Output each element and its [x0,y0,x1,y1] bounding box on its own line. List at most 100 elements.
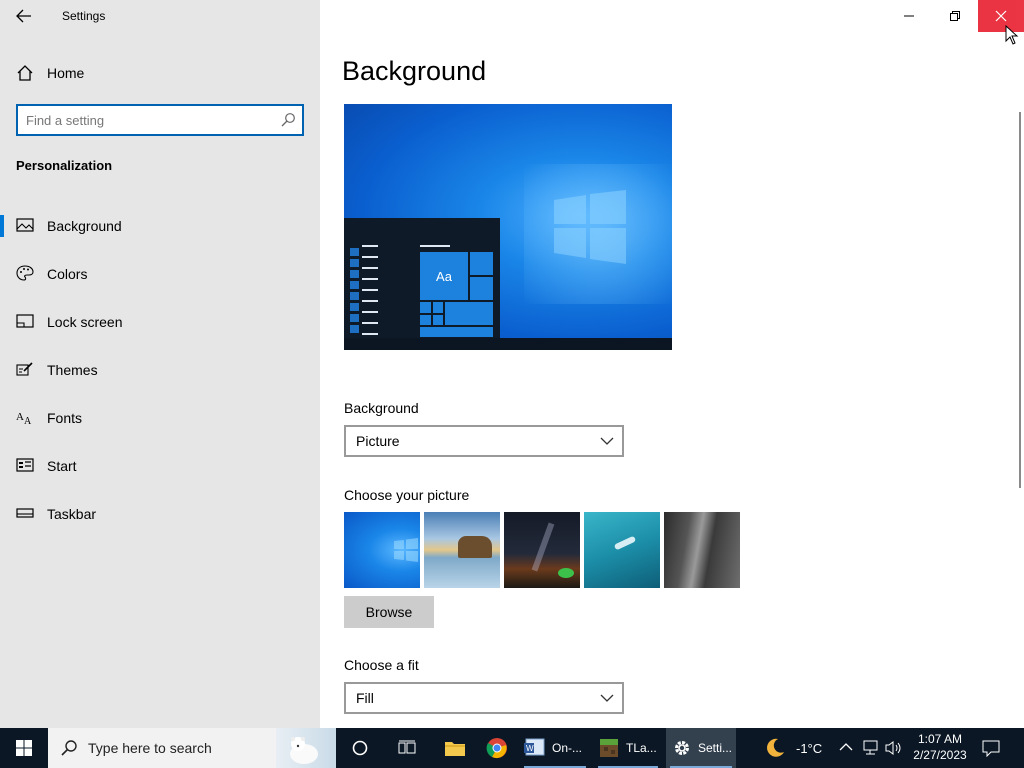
font-icon: AA [16,411,32,425]
taskbar-app-label: TLa... [626,741,657,755]
sidebar-item-colors[interactable]: Colors [0,253,320,293]
picture-thumbnail-beach[interactable] [424,512,500,588]
cortana-button[interactable] [344,728,376,768]
sidebar-item-label: Colors [47,266,88,282]
svg-text:A: A [16,411,24,423]
search-highlight-image [276,728,336,768]
preview-tile [444,301,494,326]
file-explorer-button[interactable] [436,728,474,768]
taskbar-app-onscreen[interactable]: W On-... [520,728,590,768]
picture-thumbnail-night-sky[interactable] [504,512,580,588]
sidebar-item-label: Fonts [47,410,83,426]
browse-button[interactable]: Browse [344,596,434,628]
sidebar-item-fonts[interactable]: AA Fonts [0,397,320,437]
restore-button[interactable] [932,0,978,32]
start-icon [16,458,34,472]
app-title: Settings [62,9,106,23]
sidebar-item-background[interactable]: Background [0,205,320,245]
minimize-icon [904,15,914,17]
word-icon: W [524,738,545,756]
sidebar-item-themes[interactable]: Themes [0,349,320,389]
polar-bear-icon [290,737,318,764]
network-icon[interactable] [862,740,880,756]
lock-screen-icon [16,314,34,328]
settings-search-input[interactable] [26,110,276,130]
sidebar: Settings Home Personalization Background… [0,0,320,728]
volume-icon[interactable] [884,740,904,756]
brush-icon [16,362,33,376]
clock-time: 1:07 AM [917,732,963,746]
weather-temperature[interactable]: -1°C [796,741,822,756]
back-button[interactable] [10,4,38,28]
clock-date: 2/27/2023 [913,748,967,762]
taskbar-app-label: On-... [552,741,583,755]
milky-way [531,522,555,572]
taskbar-clock[interactable]: 1:07 AM 2/27/2023 [906,731,974,763]
start-button[interactable] [0,728,48,768]
chevron-down-icon [600,437,614,445]
search-icon[interactable] [280,112,296,128]
task-view-icon [398,740,416,754]
chevron-up-icon[interactable] [839,741,853,753]
preview-tile [469,276,494,301]
taskbar-search-text: Type here to search [88,740,212,756]
background-type-label: Background [344,400,419,416]
fit-dropdown[interactable]: Fill [344,682,624,714]
preview-start-menu: Aa [344,218,500,350]
taskbar-search-box[interactable]: Type here to search [48,728,336,768]
cortana-circle-icon [352,740,368,756]
sidebar-item-start[interactable]: Start [0,445,320,485]
close-icon [995,10,1007,22]
sidebar-item-label: Background [47,218,122,234]
scrollbar[interactable] [1019,112,1021,488]
background-type-value: Picture [356,433,400,449]
home-link[interactable]: Home [0,58,320,88]
home-label: Home [47,65,85,81]
rock-formation [458,536,492,558]
minecraft-icon [600,739,618,757]
back-arrow-icon [16,9,31,23]
chrome-button[interactable] [478,728,516,768]
fit-label: Choose a fit [344,657,419,673]
chrome-icon [486,738,507,759]
sidebar-item-label: Themes [47,362,98,378]
sidebar-item-taskbar[interactable]: Taskbar [0,493,320,533]
minimize-button[interactable] [886,0,932,32]
windows-logo-icon [554,190,626,264]
windows-logo-icon [394,538,418,562]
preview-app-icons [350,248,360,336]
taskbar-app-tlauncher[interactable]: TLa... [594,728,662,768]
notification-icon[interactable] [982,739,1000,757]
task-view-button[interactable] [390,728,424,768]
picture-thumbnail-waterfall[interactable] [664,512,740,588]
picture-thumbnail-underwater[interactable] [584,512,660,588]
picture-icon [16,218,34,232]
folder-icon [445,742,465,756]
windows-start-icon [16,740,32,756]
mouse-cursor-icon [1005,25,1019,45]
fit-value: Fill [356,690,374,706]
chevron-down-icon [600,694,614,702]
preview-tile [419,301,432,314]
picture-thumbnail-windows[interactable] [344,512,420,588]
choose-picture-label: Choose your picture [344,487,470,503]
preview-taskbar [344,338,672,350]
svg-text:A: A [24,416,32,425]
sidebar-item-label: Start [47,458,77,474]
background-type-dropdown[interactable]: Picture [344,425,624,457]
preview-tile [419,326,494,338]
sidebar-item-label: Lock screen [47,314,123,330]
preview-tile [419,314,432,326]
preview-tile [432,301,444,314]
taskbar-app-settings[interactable]: Setti... [666,728,736,768]
background-preview: Aa [344,104,672,350]
taskbar-app-label: Setti... [698,741,733,755]
page-title: Background [342,56,487,86]
settings-search-box[interactable] [16,104,304,136]
taskbar: Type here to search W On-... TLa... Sett… [0,728,1024,768]
svg-text:W: W [526,744,534,753]
sidebar-item-label: Taskbar [47,506,97,522]
sidebar-item-lock-screen[interactable]: Lock screen [0,301,320,341]
preview-tile-aa: Aa [419,251,469,301]
swimmer [613,535,637,551]
